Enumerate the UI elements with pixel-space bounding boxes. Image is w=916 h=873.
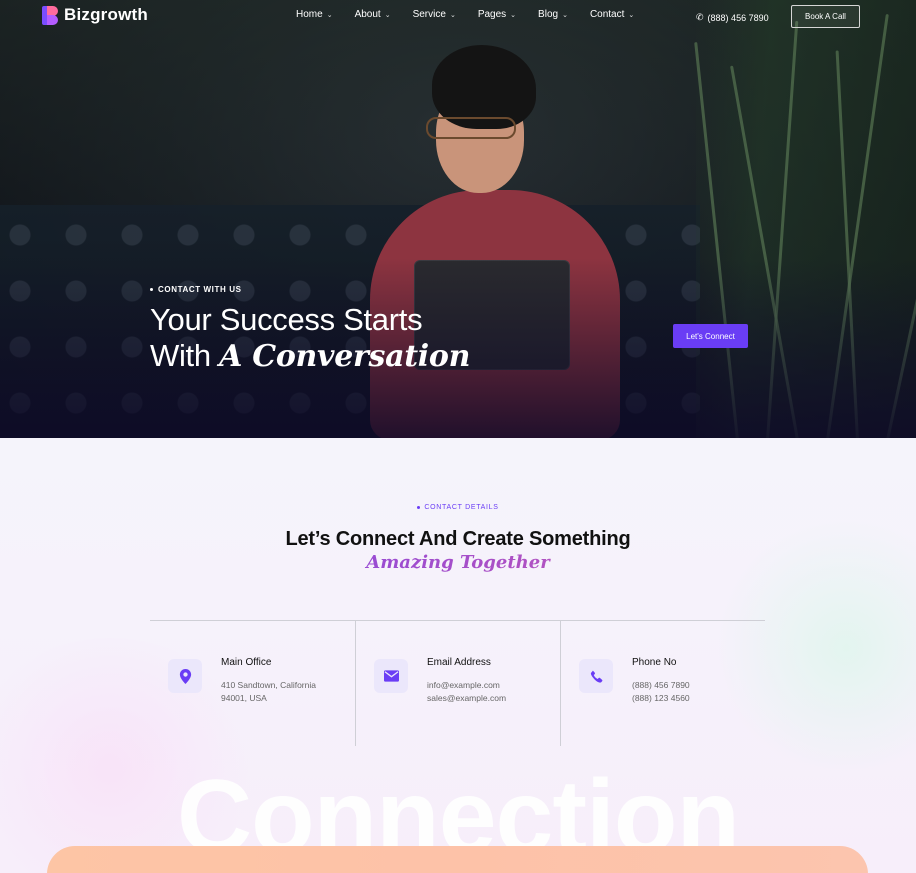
section-title: Let’s Connect And Create Something xyxy=(285,528,631,550)
brand-name: Bizgrowth xyxy=(64,5,148,24)
card-phone-no: Phone No (888) 456 7890 (888) 123 4560 xyxy=(560,621,765,746)
hero-title-line1: Your Success Starts xyxy=(150,302,423,337)
section-eyebrow-text: CONTACT DETAILS xyxy=(424,504,499,511)
nav-item-label: About xyxy=(354,9,381,20)
chevron-down-icon: ⌄ xyxy=(628,11,635,19)
email-link-sales[interactable]: sales@example.com xyxy=(427,693,506,703)
location-pin-icon xyxy=(168,659,202,693)
main-menu: Home ⌄ About ⌄ Service ⌄ Pages ⌄ Blog ⌄ … xyxy=(296,9,656,20)
nav-item-label: Blog xyxy=(538,9,559,20)
card-email-address: Email Address info@example.com sales@exa… xyxy=(355,621,560,746)
nav-item-label: Contact xyxy=(589,9,625,20)
chevron-down-icon: ⌄ xyxy=(510,11,517,19)
nav-item-label: Service xyxy=(412,9,446,20)
chevron-down-icon: ⌄ xyxy=(326,11,333,19)
phone-icon: ✆ xyxy=(696,12,704,22)
hero-section: Bizgrowth Home ⌄ About ⌄ Service ⌄ Pages… xyxy=(0,0,916,438)
hero-eyebrow: CONTACT WITH US xyxy=(150,285,242,294)
chevron-down-icon: ⌄ xyxy=(449,11,456,19)
bottom-panel xyxy=(47,846,868,873)
contact-details-section: CONTACT DETAILS Let’s Connect And Create… xyxy=(0,438,916,873)
hero-title: Your Success Starts With A Conversation xyxy=(150,302,470,375)
contact-cards: Main Office 410 Sandtown, California 940… xyxy=(150,620,765,746)
nav-item-label: Pages xyxy=(477,9,507,20)
nav-item-service[interactable]: Service ⌄ xyxy=(413,9,456,20)
phone-icon xyxy=(579,659,613,693)
book-a-call-button[interactable]: Book A Call xyxy=(791,5,860,28)
office-address-line2: 94001, USA xyxy=(221,693,267,703)
chevron-down-icon: ⌄ xyxy=(562,11,568,19)
section-title-italic: Amazing Together xyxy=(0,552,916,573)
nav-item-about[interactable]: About ⌄ xyxy=(355,9,391,20)
top-navigation: Bizgrowth Home ⌄ About ⌄ Service ⌄ Pages… xyxy=(0,0,916,34)
envelope-icon xyxy=(374,659,408,693)
chevron-down-icon: ⌄ xyxy=(384,11,391,19)
hero-title-line2: With xyxy=(150,338,211,373)
bullet-dot-icon xyxy=(150,288,153,291)
hero-eyebrow-text: CONTACT WITH US xyxy=(158,285,242,294)
brand-logo[interactable]: Bizgrowth xyxy=(42,5,148,25)
header-phone-link[interactable]: ✆ (888) 456 7890 xyxy=(696,12,769,23)
card-title: Main Office xyxy=(221,657,272,668)
header-phone-number: (888) 456 7890 xyxy=(707,12,769,23)
card-main-office: Main Office 410 Sandtown, California 940… xyxy=(150,621,355,746)
card-title: Phone No xyxy=(632,657,677,668)
nav-item-pages[interactable]: Pages ⌄ xyxy=(478,9,516,20)
nav-item-home[interactable]: Home ⌄ xyxy=(296,9,333,20)
email-link-info[interactable]: info@example.com xyxy=(427,680,500,690)
nav-item-blog[interactable]: Blog ⌄ xyxy=(538,9,568,20)
card-title: Email Address xyxy=(427,657,491,668)
office-address-line1: 410 Sandtown, California xyxy=(221,680,316,690)
section-eyebrow: CONTACT DETAILS xyxy=(0,504,916,511)
hero-title-italic: A Conversation xyxy=(219,339,471,374)
bullet-dot-icon xyxy=(417,505,421,509)
lets-connect-button[interactable]: Let's Connect xyxy=(673,324,748,348)
phone-link-primary[interactable]: (888) 456 7890 xyxy=(632,680,690,690)
phone-link-secondary[interactable]: (888) 123 4560 xyxy=(632,693,690,703)
nav-item-label: Home xyxy=(296,9,323,20)
nav-item-contact[interactable]: Contact ⌄ xyxy=(590,9,634,20)
logo-mark-icon xyxy=(42,5,58,25)
